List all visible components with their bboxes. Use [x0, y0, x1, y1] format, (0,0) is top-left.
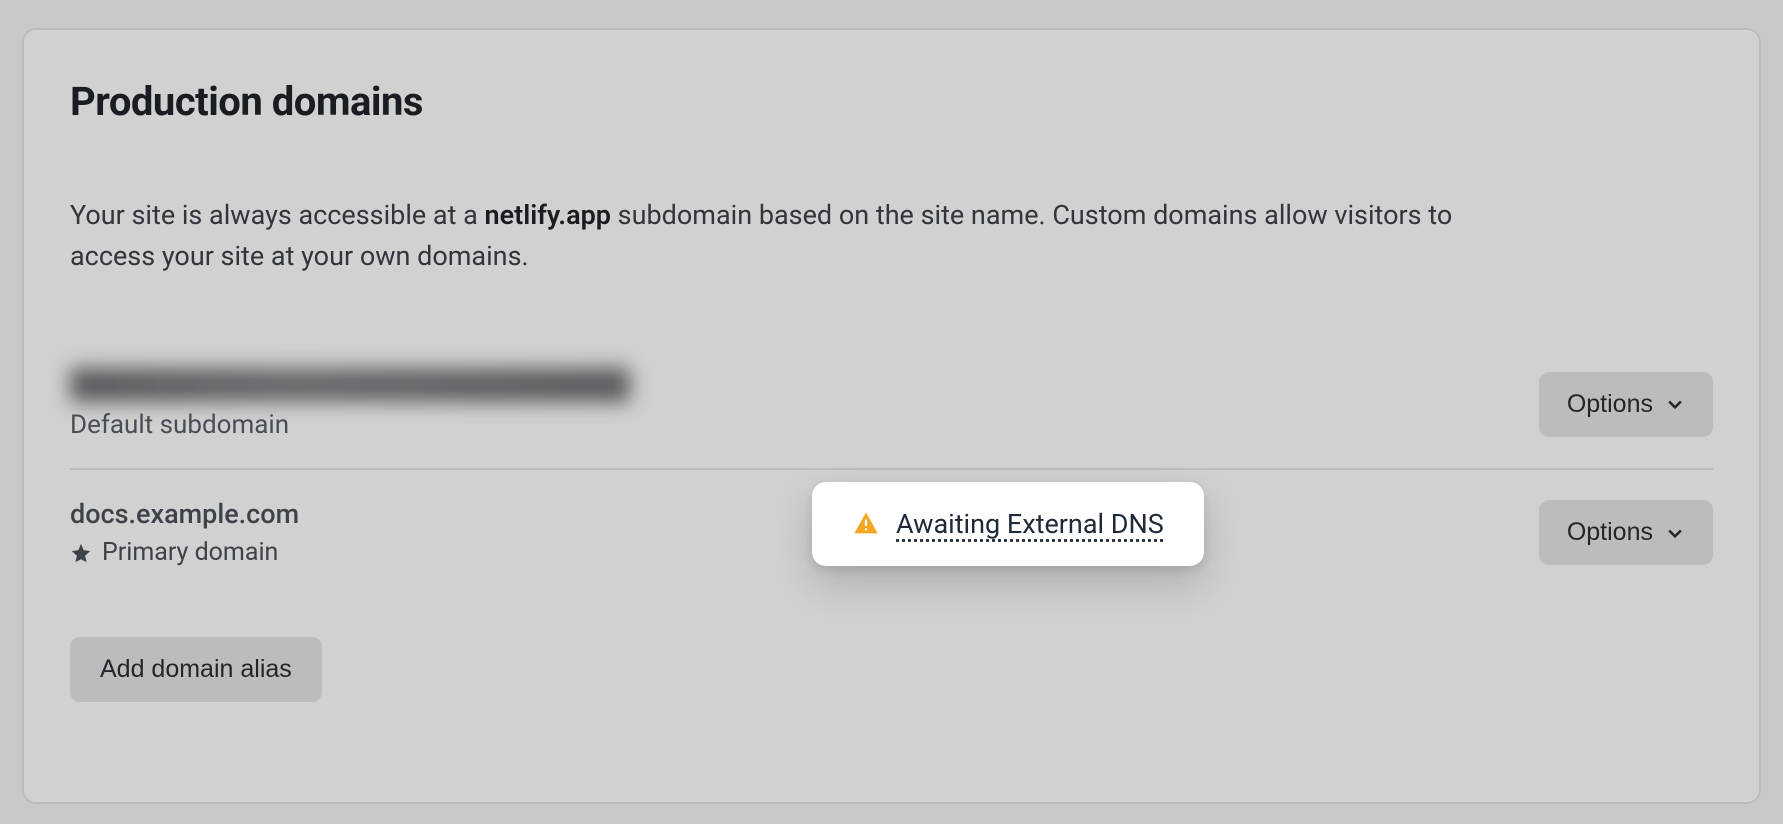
description-text-1: Your site is always accessible at a: [70, 199, 485, 231]
add-domain-alias-label: Add domain alias: [100, 655, 292, 684]
section-title: Production domains: [70, 78, 1713, 125]
production-domains-card: Production domains Your site is always a…: [22, 28, 1761, 804]
redacted-domain-link[interactable]: [70, 368, 630, 402]
add-domain-alias-button[interactable]: Add domain alias: [70, 637, 322, 702]
awaiting-external-dns-link[interactable]: Awaiting External DNS: [896, 508, 1164, 540]
options-button-label: Options: [1567, 518, 1653, 547]
options-button[interactable]: Options: [1539, 372, 1713, 437]
star-icon: [70, 542, 92, 564]
section-description: Your site is always accessible at a netl…: [70, 195, 1470, 276]
domain-left: Default subdomain: [70, 368, 630, 440]
warning-icon: [852, 510, 880, 538]
default-subdomain-label: Default subdomain: [70, 410, 630, 440]
options-button[interactable]: Options: [1539, 500, 1713, 565]
primary-domain-label: Primary domain: [102, 538, 278, 567]
domain-row-default: Default subdomain Options: [70, 340, 1713, 470]
chevron-down-icon: [1665, 523, 1685, 543]
dns-status-pill: Awaiting External DNS: [812, 482, 1204, 566]
domain-name-link[interactable]: docs.example.com: [70, 498, 299, 530]
row-right: Options: [1539, 500, 1713, 565]
domain-left: docs.example.com Primary domain: [70, 498, 299, 567]
chevron-down-icon: [1665, 394, 1685, 414]
description-bold: netlify.app: [485, 199, 611, 231]
row-right: Options: [1539, 372, 1713, 437]
primary-domain-line: Primary domain: [70, 538, 299, 567]
options-button-label: Options: [1567, 390, 1653, 419]
